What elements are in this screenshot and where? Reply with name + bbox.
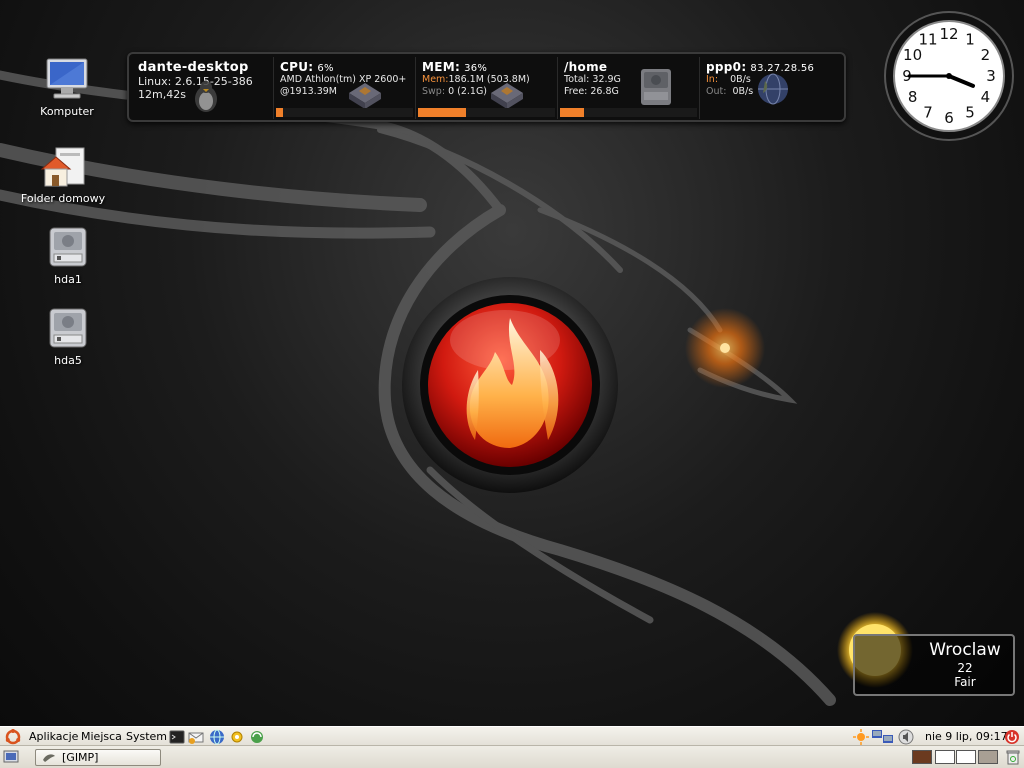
- gimp-icon: [43, 754, 55, 762]
- net-title: ppp0:: [706, 60, 747, 74]
- clock-numeral: 6: [944, 109, 954, 127]
- menu-system[interactable]: System: [123, 729, 170, 744]
- browser-icon[interactable]: [209, 729, 225, 745]
- swap-value: 0 (2.1G): [448, 86, 488, 97]
- harddisk-icon: [49, 308, 87, 348]
- taskbar-button-gimp[interactable]: [GIMP]: [35, 749, 161, 766]
- sysmon-host: dante-desktop Linux: 2.6.15-25-386 12m,4…: [132, 57, 274, 119]
- settings-icon[interactable]: [229, 729, 245, 745]
- desktop: Komputer Folder domowy hda1 hda5 dante-d…: [0, 0, 1024, 726]
- harddisk-icon: [49, 227, 87, 267]
- mem-label: Mem:: [422, 74, 449, 85]
- cpu-load-bar: [276, 108, 283, 117]
- menu-applications[interactable]: Aplikacje: [26, 729, 81, 744]
- weather-city: Wroclaw: [929, 640, 1001, 660]
- workspace-4[interactable]: [978, 750, 998, 764]
- cpu-chip-icon: [349, 83, 381, 109]
- mem-load-bar: [418, 108, 466, 117]
- workspace-2[interactable]: [935, 750, 955, 764]
- sysmon-disk: /home Total: 32.9G Free: 26.8G: [558, 57, 700, 119]
- net-out-value: 0B/s: [732, 86, 754, 97]
- disk-free: Free: 26.8G: [564, 86, 619, 97]
- menu-places[interactable]: Miejsca: [78, 729, 125, 744]
- network-icon[interactable]: [249, 729, 265, 745]
- clock-applet[interactable]: nie 9 lip, 09:17: [922, 729, 1011, 744]
- mem-title: MEM:: [422, 60, 461, 74]
- analog-clock: 12 1234567891011: [884, 11, 1014, 141]
- weather-tray-icon[interactable]: [853, 729, 869, 745]
- clock-numeral: 11: [918, 31, 937, 49]
- clock-numeral: 7: [923, 103, 933, 121]
- desktop-icon-label: Folder domowy: [20, 192, 106, 205]
- desktop-icon-label: hda1: [54, 273, 82, 286]
- sysmon-cpu: CPU: 6% AMD Athlon(tm) XP 2600+ @1913.39M: [274, 57, 416, 119]
- clock-numeral: 12: [939, 25, 958, 43]
- clock-numeral: 2: [981, 46, 991, 64]
- power-icon[interactable]: [1004, 729, 1020, 745]
- desktop-icon-hda1[interactable]: hda1: [13, 224, 123, 286]
- sysmon-memory: MEM: 36% Mem:186.1M (503.8M) Swp: 0 (2.1G…: [416, 57, 558, 119]
- weather-condition: Fair: [954, 675, 976, 689]
- clock-numeral: 5: [965, 103, 975, 121]
- disk-total: Total: 32.9G: [564, 74, 621, 85]
- disk-usage-bar: [560, 108, 584, 117]
- computer-icon: [46, 58, 88, 99]
- desktop-icon-label: Komputer: [40, 105, 94, 118]
- clock-numeral: 1: [965, 31, 975, 49]
- show-desktop-icon[interactable]: [3, 749, 19, 765]
- ubuntu-logo-icon[interactable]: [5, 729, 21, 745]
- task-panel: [GIMP]: [0, 746, 1024, 768]
- globe-icon: [758, 73, 788, 105]
- penguin-icon: [195, 81, 217, 112]
- workspace-1[interactable]: [912, 750, 932, 764]
- sysmon-network: ppp0: 83.27.28.56 In: 0B/s Out: 0B/s: [700, 57, 841, 119]
- harddisk-icon: [641, 69, 671, 105]
- net-in-label: In:: [706, 74, 719, 85]
- network-tray-icon[interactable]: [872, 729, 894, 745]
- desktop-icon-computer[interactable]: Komputer: [12, 56, 122, 118]
- menu-panel: Aplikacje Miejsca System nie 9 lip, 09:1…: [0, 726, 1024, 746]
- cpu-percent: 6%: [317, 63, 334, 74]
- clock-numeral: 4: [981, 88, 991, 106]
- hostname: dante-desktop: [138, 60, 249, 75]
- cpu-load-track: [276, 108, 413, 117]
- cpu-title: CPU:: [280, 60, 314, 74]
- net-out-label: Out:: [706, 86, 727, 97]
- workspace-3[interactable]: [956, 750, 976, 764]
- terminal-icon[interactable]: [169, 729, 185, 745]
- clock-numeral: 3: [986, 67, 996, 85]
- desktop-icon-hda5[interactable]: hda5: [13, 305, 123, 367]
- system-monitor-widget: dante-desktop Linux: 2.6.15-25-386 12m,4…: [127, 52, 846, 122]
- clock-numeral: 8: [908, 88, 918, 106]
- swap-label: Swp:: [422, 86, 446, 97]
- trash-icon[interactable]: [1005, 749, 1021, 765]
- desktop-icon-home-folder[interactable]: Folder domowy: [8, 145, 118, 205]
- desktop-icon-label: hda5: [54, 354, 82, 367]
- mail-icon[interactable]: [188, 729, 204, 745]
- home-folder-icon: [40, 147, 85, 187]
- mem-percent: 36%: [464, 63, 488, 74]
- clock-numeral: 10: [903, 46, 922, 64]
- volume-icon[interactable]: [898, 729, 914, 745]
- taskbar-button-label: [GIMP]: [62, 751, 99, 764]
- disk-title: /home: [564, 60, 608, 74]
- weather-widget: Wroclaw 22 Fair: [853, 634, 1015, 696]
- net-in-value: 0B/s: [730, 74, 751, 85]
- weather-temperature: 22: [957, 661, 973, 675]
- memory-chip-icon: [491, 83, 523, 109]
